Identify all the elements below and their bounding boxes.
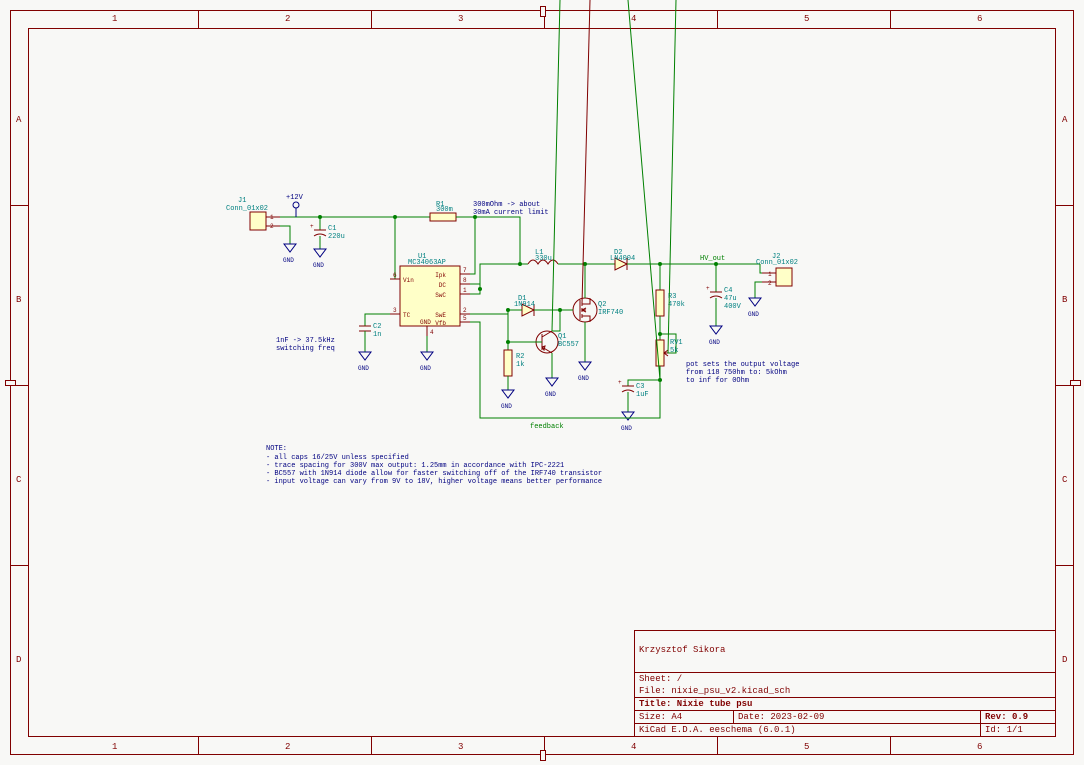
- gnd-r2: GND: [501, 390, 514, 410]
- svg-text:C1: C1: [328, 225, 336, 233]
- svg-text:220u: 220u: [328, 233, 345, 241]
- svg-text:1uF: 1uF: [636, 391, 649, 399]
- svg-text:+: +: [310, 223, 314, 230]
- svg-text:GND: GND: [313, 262, 324, 269]
- svg-text:2: 2: [768, 280, 772, 287]
- component-c3: + C3 1uF: [618, 0, 660, 412]
- title-rev: Rev: 0.9: [980, 711, 1055, 723]
- svg-text:Ipk: Ipk: [435, 272, 446, 279]
- component-u1: U1 MC34063AP Vin6 TC3 Ipk7 DC8 SwC1 SwE2…: [390, 253, 470, 336]
- svg-text:feedback: feedback: [530, 423, 564, 431]
- svg-text:+12V: +12V: [286, 194, 304, 202]
- svg-text:R2: R2: [516, 353, 524, 361]
- svg-text:GND: GND: [358, 365, 369, 372]
- svg-text:Conn_01x02: Conn_01x02: [756, 259, 798, 267]
- svg-text:GND: GND: [501, 403, 512, 410]
- net-hvout: HV_out: [660, 255, 760, 264]
- component-c1: + C1 220u: [310, 217, 345, 249]
- svg-text:+: +: [706, 285, 710, 292]
- svg-text:3: 3: [393, 307, 397, 314]
- gnd-u1: GND: [420, 352, 433, 372]
- svg-text:2: 2: [463, 307, 467, 314]
- component-q2: Q2 IRF740: [560, 0, 623, 362]
- svg-text:LN4004: LN4004: [610, 255, 635, 263]
- svg-text:GND: GND: [283, 257, 294, 264]
- svg-text:470k: 470k: [668, 301, 685, 309]
- svg-text:GND: GND: [420, 319, 431, 326]
- svg-text:300m: 300m: [436, 206, 453, 214]
- svg-text:RV1: RV1: [670, 339, 683, 347]
- title-tool: KiCad E.D.A. eeschema (6.0.1): [635, 724, 980, 736]
- gnd-j2: GND: [748, 298, 761, 318]
- svg-text:Vfb: Vfb: [435, 320, 446, 327]
- note-r1: 300mOhm -> about30mA current limit: [473, 201, 549, 217]
- svg-text:C3: C3: [636, 383, 644, 391]
- svg-text:1N914: 1N914: [514, 301, 535, 309]
- svg-text:GND: GND: [420, 365, 431, 372]
- component-l1: L1 330u: [528, 249, 585, 264]
- svg-text:C2: C2: [373, 323, 381, 331]
- svg-text:SwE: SwE: [435, 312, 446, 319]
- component-q1: Q1 BC557: [530, 0, 579, 378]
- svg-text:IRF740: IRF740: [598, 309, 623, 317]
- gnd-c2: GND: [358, 352, 371, 372]
- note-rv1: pot sets the output voltagefrom 118 750h…: [686, 361, 799, 385]
- title-title: Title: Nixie tube psu: [639, 699, 1051, 709]
- title-author: Krzysztof Sikora: [635, 631, 1055, 672]
- component-r2: R2 1k: [504, 342, 524, 390]
- svg-text:Conn_01x02: Conn_01x02: [226, 205, 268, 213]
- notes-block: NOTE: - all caps 16/25V unless specified…: [266, 445, 606, 486]
- svg-text:4: 4: [430, 329, 434, 336]
- component-r3: R3 470k: [656, 264, 685, 334]
- note-c2: 1nF -> 37.5kHzswitching freq: [276, 337, 335, 353]
- svg-text:8: 8: [463, 277, 467, 284]
- svg-text:Q1: Q1: [558, 333, 566, 341]
- svg-text:400V: 400V: [724, 303, 742, 311]
- title-date: Date: 2023-02-09: [733, 711, 980, 723]
- svg-text:330u: 330u: [535, 255, 552, 263]
- svg-text:GND: GND: [748, 311, 759, 318]
- title-block: Krzysztof Sikora Sheet: / File: nixie_ps…: [634, 630, 1056, 737]
- power-12v: +12V: [286, 194, 304, 217]
- svg-text:GND: GND: [578, 375, 589, 382]
- gnd-c1: GND: [313, 249, 326, 269]
- title-sheet: Sheet: /: [635, 672, 1055, 685]
- svg-text:7: 7: [463, 267, 467, 274]
- svg-text:5: 5: [463, 315, 467, 322]
- title-id: Id: 1/1: [980, 724, 1055, 736]
- svg-text:5k: 5k: [670, 347, 678, 355]
- svg-text:1: 1: [463, 287, 467, 294]
- svg-text:Vin: Vin: [403, 277, 414, 284]
- component-c4: + C4 47u 400V: [706, 264, 742, 326]
- svg-text:47u: 47u: [724, 295, 737, 303]
- component-j1: J1 Conn_01x02 1 2: [226, 197, 280, 230]
- component-r1: R1 300m: [430, 201, 475, 221]
- svg-text:DC: DC: [439, 282, 447, 289]
- svg-text:1: 1: [768, 271, 772, 278]
- svg-text:BC557: BC557: [558, 341, 579, 349]
- svg-text:GND: GND: [709, 339, 720, 346]
- svg-text:1k: 1k: [516, 361, 524, 369]
- gnd-q1: GND: [545, 378, 558, 398]
- component-c2: C2 1n: [359, 314, 390, 352]
- svg-text:C4: C4: [724, 287, 732, 295]
- svg-text:Q2: Q2: [598, 301, 606, 309]
- svg-text:TC: TC: [403, 312, 411, 319]
- svg-text:GND: GND: [621, 425, 632, 432]
- svg-text:1n: 1n: [373, 331, 381, 339]
- gnd-j1: GND: [283, 244, 296, 264]
- svg-text:J1: J1: [238, 197, 246, 205]
- gnd-q2: GND: [578, 362, 591, 382]
- svg-text:MC34063AP: MC34063AP: [408, 259, 446, 267]
- svg-text:GND: GND: [545, 391, 556, 398]
- svg-text:6: 6: [393, 272, 397, 279]
- svg-text:HV_out: HV_out: [700, 255, 725, 263]
- title-file: File: nixie_psu_v2.kicad_sch: [635, 685, 1055, 697]
- gnd-c4: GND: [709, 326, 722, 346]
- component-j2: J2 Conn_01x02 1 2: [756, 253, 798, 287]
- title-size: Size: A4: [635, 711, 733, 723]
- svg-text:+: +: [618, 379, 622, 386]
- svg-text:SwC: SwC: [435, 292, 446, 299]
- gnd-c3: GND: [621, 412, 634, 432]
